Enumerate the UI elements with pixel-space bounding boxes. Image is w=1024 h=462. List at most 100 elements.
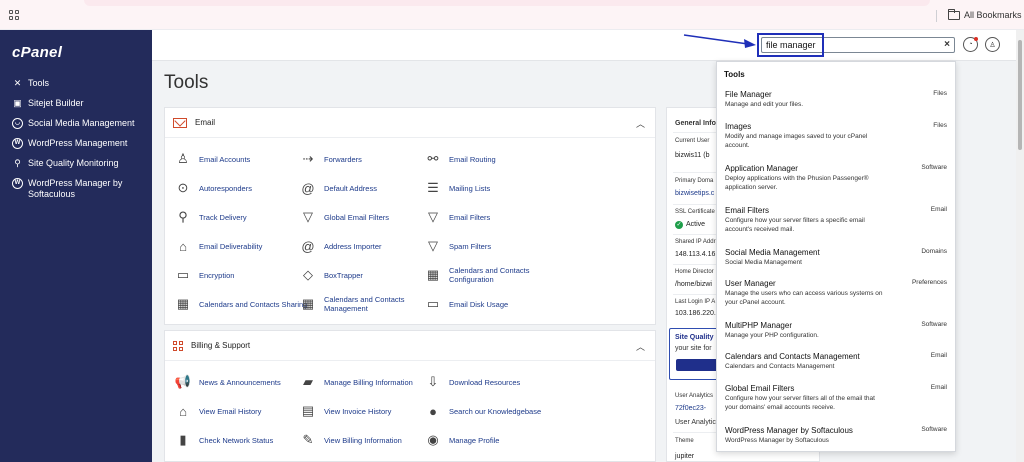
chevron-up-icon[interactable]: ︿ bbox=[636, 340, 645, 353]
result-description: Manage the users who can access various … bbox=[725, 290, 883, 306]
result-category: Email bbox=[930, 206, 947, 213]
result-name: Global Email Filters bbox=[725, 384, 795, 393]
toolbar-divider bbox=[936, 10, 937, 22]
email-section-header[interactable]: Email ︿ bbox=[165, 108, 655, 138]
user-menu-button[interactable]: ♙ bbox=[985, 37, 1000, 52]
site-quality-text: your site for bbox=[675, 345, 712, 352]
result-category: Files bbox=[933, 122, 947, 129]
section-title: Email bbox=[195, 118, 216, 127]
result-calendars-contacts-management[interactable]: Calendars and Contacts Management Calend… bbox=[717, 352, 955, 372]
sidebar-item-tools[interactable]: ✕ Tools bbox=[12, 78, 147, 89]
filter-icon: ▽ bbox=[428, 209, 438, 224]
sidebar-item-site-quality-monitoring[interactable]: ⚲ Site Quality Monitoring bbox=[12, 158, 147, 169]
tool-spam-filters[interactable]: ▽ Spam Filters bbox=[423, 236, 573, 256]
sitejet-icon: ▣ bbox=[13, 98, 22, 108]
result-global-email-filters[interactable]: Global Email Filters Configure how your … bbox=[717, 384, 955, 412]
result-application-manager[interactable]: Application Manager Deploy applications … bbox=[717, 164, 955, 192]
sidebar-item-sitejet-builder[interactable]: ▣ Sitejet Builder bbox=[12, 98, 147, 109]
location-pin-icon: ⚲ bbox=[178, 209, 188, 224]
tool-email-filters[interactable]: ▽ Email Filters bbox=[423, 207, 573, 227]
ssl-status-value: Active bbox=[686, 221, 706, 228]
search-results-dropdown: Tools File Manager Manage and edit your … bbox=[716, 61, 956, 452]
mailbox-icon: ⌂ bbox=[179, 238, 187, 254]
result-description: Deploy applications with the Phusion Pas… bbox=[725, 175, 869, 191]
sidebar-item-label: Tools bbox=[28, 78, 50, 88]
last-login-value: 103.186.220. bbox=[675, 310, 716, 317]
tool-download-resources[interactable]: ⇩ Download Resources bbox=[423, 372, 573, 392]
sidebar-item-wordpress-manager-softaculous[interactable]: W WordPress Manager by Softaculous bbox=[12, 178, 147, 200]
sidebar-item-label: Sitejet Builder bbox=[28, 98, 84, 108]
result-description: Calendars and Contacts Management bbox=[725, 363, 835, 370]
result-description: Configure how your server filters all of… bbox=[725, 395, 875, 411]
result-user-manager[interactable]: User Manager Manage the users who can ac… bbox=[717, 279, 955, 307]
download-icon: ⇩ bbox=[427, 374, 439, 389]
boxtrapper-icon: ◇ bbox=[303, 267, 313, 282]
megaphone-icon: 📢 bbox=[174, 374, 192, 389]
user-analytics-value[interactable]: 72f0ec23- bbox=[675, 405, 706, 412]
result-multiphp-manager[interactable]: MultiPHP Manager Manage your PHP configu… bbox=[717, 321, 955, 341]
result-email-filters[interactable]: Email Filters Configure how your server … bbox=[717, 206, 955, 234]
page-scrollbar[interactable] bbox=[1016, 30, 1024, 462]
user-icon: ♙ bbox=[989, 41, 996, 49]
result-name: WordPress Manager by Softaculous bbox=[725, 426, 853, 435]
tool-mailing-lists[interactable]: ☰ Mailing Lists bbox=[423, 178, 573, 198]
result-name: Email Filters bbox=[725, 206, 770, 215]
primary-domain-link[interactable]: bizwisetips.c bbox=[675, 190, 714, 197]
tool-manage-profile[interactable]: ◉ Manage Profile bbox=[423, 430, 573, 450]
site-quality-title: Site Quality bbox=[675, 334, 714, 341]
all-bookmarks-button[interactable]: All Bookmarks bbox=[948, 8, 1022, 20]
result-category: Software bbox=[921, 426, 947, 433]
cpanel-logo[interactable]: cPanel bbox=[12, 44, 62, 61]
at-sign-icon: @ bbox=[301, 238, 315, 254]
billing-section-header[interactable]: Billing & Support ︿ bbox=[165, 331, 655, 361]
scrollbar-thumb[interactable] bbox=[1018, 40, 1022, 150]
dropdown-group-title: Tools bbox=[724, 70, 745, 79]
email-section: Email ︿ ♙ Email Accounts ⇢ Forwarders ⚯ Ema… bbox=[164, 107, 656, 325]
user-analytics-label: User Analytics bbox=[675, 393, 714, 399]
grid-icon bbox=[173, 340, 183, 351]
result-name: Social Media Management bbox=[725, 248, 820, 257]
notifications-button[interactable]: ◔ bbox=[963, 37, 978, 52]
tool-email-disk-usage[interactable]: ▭ Email Disk Usage bbox=[423, 294, 573, 314]
routing-icon: ⚯ bbox=[427, 151, 439, 166]
tool-search-knowledgebase[interactable]: ● Search our Knowledgebase bbox=[423, 401, 573, 421]
result-name: File Manager bbox=[725, 90, 772, 99]
sidebar-item-label: WordPress Management bbox=[28, 138, 128, 148]
tool-email-routing[interactable]: ⚯ Email Routing bbox=[423, 149, 573, 169]
home-directory-value: /home/bizwi bbox=[675, 281, 712, 288]
chevron-up-icon[interactable]: ︿ bbox=[636, 117, 645, 130]
result-file-manager[interactable]: File Manager Manage and edit your files.… bbox=[717, 90, 955, 110]
billing-card-icon: ▰ bbox=[303, 374, 313, 389]
result-social-media-management[interactable]: Social Media Management Social Media Man… bbox=[717, 248, 955, 268]
result-description: Configure how your server filters a spec… bbox=[725, 217, 865, 233]
sidebar-item-social-media-management[interactable]: ◡ Social Media Management bbox=[12, 118, 147, 129]
calendar-icon: ▦ bbox=[176, 296, 190, 311]
result-category: Domains bbox=[921, 248, 947, 255]
ssl-status: ✓ Active bbox=[675, 221, 705, 229]
result-description: Manage your PHP configuration. bbox=[725, 332, 819, 339]
sidebar-item-wordpress-management[interactable]: W WordPress Management bbox=[12, 138, 147, 149]
notification-dot bbox=[974, 37, 978, 41]
result-images[interactable]: Images Modify and manage images saved to… bbox=[717, 122, 955, 150]
apps-grid-icon[interactable] bbox=[9, 10, 19, 20]
email-history-icon: ⌂ bbox=[179, 403, 187, 419]
current-user-value: bizwis11 (b bbox=[675, 152, 710, 159]
result-name: Application Manager bbox=[725, 164, 798, 173]
result-name: Images bbox=[725, 122, 752, 131]
page-title: Tools bbox=[164, 72, 209, 93]
last-login-label: Last Login IP A bbox=[675, 299, 716, 305]
theme-select[interactable]: jupiter bbox=[675, 453, 694, 460]
lock-icon: ▭ bbox=[176, 267, 190, 282]
wordpress-icon: W bbox=[12, 138, 23, 149]
result-category: Software bbox=[921, 164, 947, 171]
clear-search-icon[interactable]: × bbox=[944, 39, 950, 50]
result-wordpress-manager-softaculous[interactable]: WordPress Manager by Softaculous WordPre… bbox=[717, 426, 955, 446]
result-category: Files bbox=[933, 90, 947, 97]
result-description: Manage and edit your files. bbox=[725, 101, 804, 108]
calendar-icon: ▦ bbox=[426, 267, 440, 282]
result-category: Email bbox=[930, 352, 947, 359]
result-name: MultiPHP Manager bbox=[725, 321, 792, 330]
sidebar-item-label: Social Media Management bbox=[28, 118, 135, 128]
tool-calendars-contacts-configuration[interactable]: ▦ Calendars and Contacts Configuration bbox=[423, 265, 573, 285]
at-sign-icon: @ bbox=[301, 180, 315, 196]
